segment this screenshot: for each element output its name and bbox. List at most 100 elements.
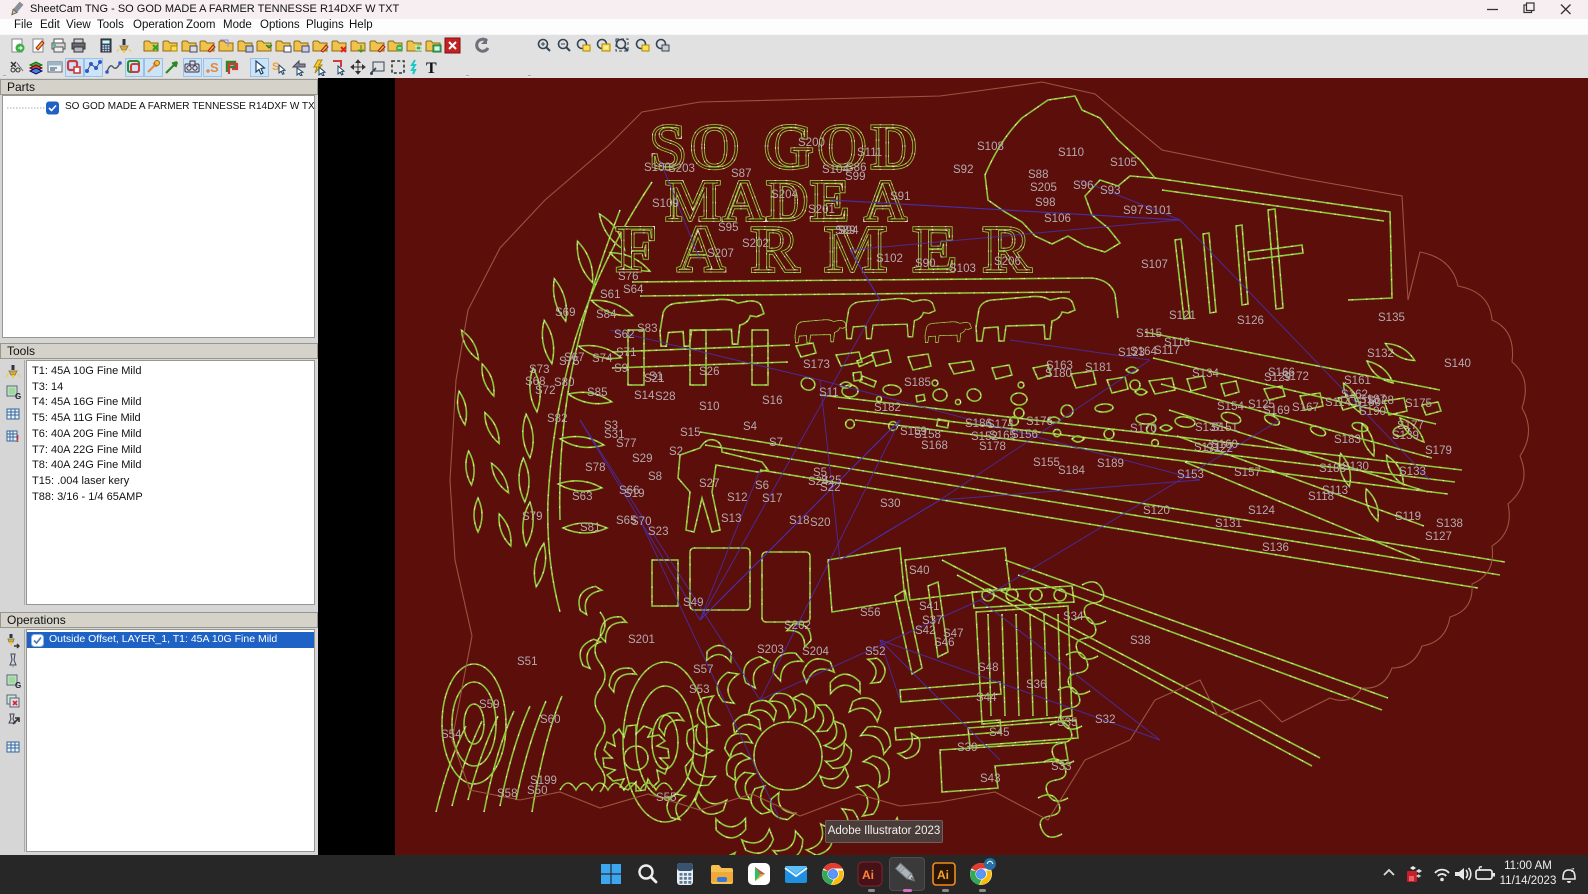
svg-text:T: T	[426, 60, 437, 76]
svg-text:S175: S175	[1405, 398, 1432, 410]
svg-text:S25: S25	[821, 475, 841, 487]
svg-text:S140: S140	[1444, 358, 1471, 370]
svg-text:S59: S59	[479, 699, 499, 711]
svg-text:S136: S136	[1262, 542, 1289, 554]
svg-text:S170: S170	[1130, 423, 1157, 435]
svg-text:S56: S56	[860, 607, 880, 619]
svg-text:S26: S26	[699, 366, 719, 378]
svg-text:S75: S75	[559, 356, 579, 368]
svg-text:S96: S96	[1073, 180, 1093, 192]
svg-text:S28: S28	[655, 391, 675, 403]
svg-text:S109: S109	[652, 198, 679, 210]
svg-text:S17: S17	[762, 493, 782, 505]
svg-text:S13: S13	[721, 513, 741, 525]
svg-text:S183: S183	[1334, 434, 1361, 446]
svg-text:S12: S12	[727, 492, 747, 504]
svg-text:S157: S157	[1234, 467, 1261, 479]
svg-text:S169: S169	[1263, 405, 1290, 417]
svg-text:S39: S39	[957, 742, 977, 754]
svg-text:S4: S4	[743, 421, 758, 433]
svg-text:S77: S77	[616, 438, 636, 450]
svg-text:S7: S7	[769, 437, 783, 449]
svg-text:S179: S179	[1425, 445, 1452, 457]
svg-text:S66: S66	[619, 485, 639, 497]
svg-text:S161: S161	[1344, 375, 1371, 387]
svg-text:S91: S91	[890, 191, 910, 203]
svg-text:S34: S34	[1063, 611, 1084, 623]
svg-text:S60: S60	[540, 714, 560, 726]
svg-text:S171: S171	[1194, 442, 1221, 454]
svg-text:S76: S76	[618, 271, 638, 283]
svg-text:S132: S132	[1367, 348, 1394, 360]
svg-text:S70: S70	[631, 516, 651, 528]
svg-text:S97: S97	[1123, 205, 1143, 217]
svg-text:S188: S188	[1319, 463, 1346, 475]
svg-text:S90: S90	[915, 258, 935, 270]
svg-text:S36: S36	[1026, 679, 1046, 691]
svg-text:S79: S79	[522, 511, 542, 523]
svg-text:S177: S177	[1397, 420, 1424, 432]
svg-text:S164: S164	[1130, 346, 1157, 358]
svg-text:S85: S85	[587, 387, 607, 399]
svg-text:S2: S2	[669, 446, 683, 458]
svg-text:S173: S173	[803, 359, 830, 371]
svg-text:S61: S61	[600, 289, 620, 301]
svg-text:S52: S52	[865, 646, 885, 658]
svg-text:S190: S190	[1359, 406, 1386, 418]
svg-text:S55: S55	[656, 792, 676, 804]
svg-text:S119: S119	[1395, 511, 1421, 523]
svg-text:S87: S87	[731, 168, 751, 180]
svg-text:S43: S43	[980, 773, 1000, 785]
svg-text:S184: S184	[1058, 465, 1085, 477]
svg-text:S49: S49	[683, 597, 703, 609]
svg-text:S14: S14	[634, 390, 655, 402]
svg-text:S32: S32	[1095, 714, 1115, 726]
svg-text:S154: S154	[1217, 401, 1244, 413]
svg-text:S53: S53	[689, 684, 709, 696]
svg-text:S18: S18	[789, 515, 809, 527]
svg-text:S172: S172	[1282, 371, 1309, 383]
svg-text:S131: S131	[1215, 518, 1242, 530]
svg-text:S78: S78	[585, 462, 605, 474]
svg-text:S133: S133	[1399, 466, 1426, 478]
svg-text:S21: S21	[644, 373, 664, 385]
svg-text:S204: S204	[802, 646, 829, 658]
svg-text:S45: S45	[989, 727, 1009, 739]
svg-text:S35: S35	[1057, 717, 1077, 729]
svg-text:S47: S47	[943, 628, 963, 640]
svg-text:S44: S44	[976, 692, 997, 704]
svg-text:S126: S126	[1237, 315, 1264, 327]
svg-text:FARMER: FARMER	[616, 213, 1057, 286]
svg-text:S204: S204	[771, 189, 798, 201]
svg-text:S51: S51	[517, 656, 537, 668]
svg-text:S106: S106	[1044, 213, 1071, 225]
svg-text:G: G	[15, 681, 21, 690]
svg-text:S203: S203	[757, 644, 784, 656]
svg-text:S159: S159	[900, 426, 927, 438]
svg-text:S105: S105	[1110, 157, 1137, 169]
svg-text:S202: S202	[742, 238, 769, 250]
svg-text:S83: S83	[637, 323, 657, 335]
svg-text:S40: S40	[909, 565, 929, 577]
svg-text:S: S	[210, 60, 219, 75]
svg-text:S54: S54	[441, 729, 462, 741]
svg-text:S206: S206	[994, 256, 1021, 268]
svg-text:S20: S20	[810, 517, 830, 529]
svg-text:S27: S27	[699, 478, 719, 490]
svg-text:S130: S130	[1342, 461, 1369, 473]
svg-text:S187: S187	[1359, 394, 1386, 406]
svg-text:S111: S111	[857, 147, 882, 159]
svg-text:S176: S176	[1026, 416, 1053, 428]
svg-text:S185: S185	[904, 377, 931, 389]
svg-text:S181: S181	[1085, 362, 1112, 374]
svg-text:S62: S62	[614, 329, 634, 341]
svg-text:S100: S100	[644, 162, 671, 174]
svg-text:S42: S42	[915, 625, 935, 637]
svg-text:S38: S38	[1130, 635, 1150, 647]
svg-text:S15: S15	[680, 427, 700, 439]
svg-text:S205: S205	[1030, 182, 1057, 194]
svg-text:S73: S73	[529, 364, 549, 376]
svg-text:S93: S93	[1100, 185, 1120, 197]
svg-text:S74: S74	[592, 353, 613, 365]
svg-text:S199: S199	[530, 775, 557, 787]
